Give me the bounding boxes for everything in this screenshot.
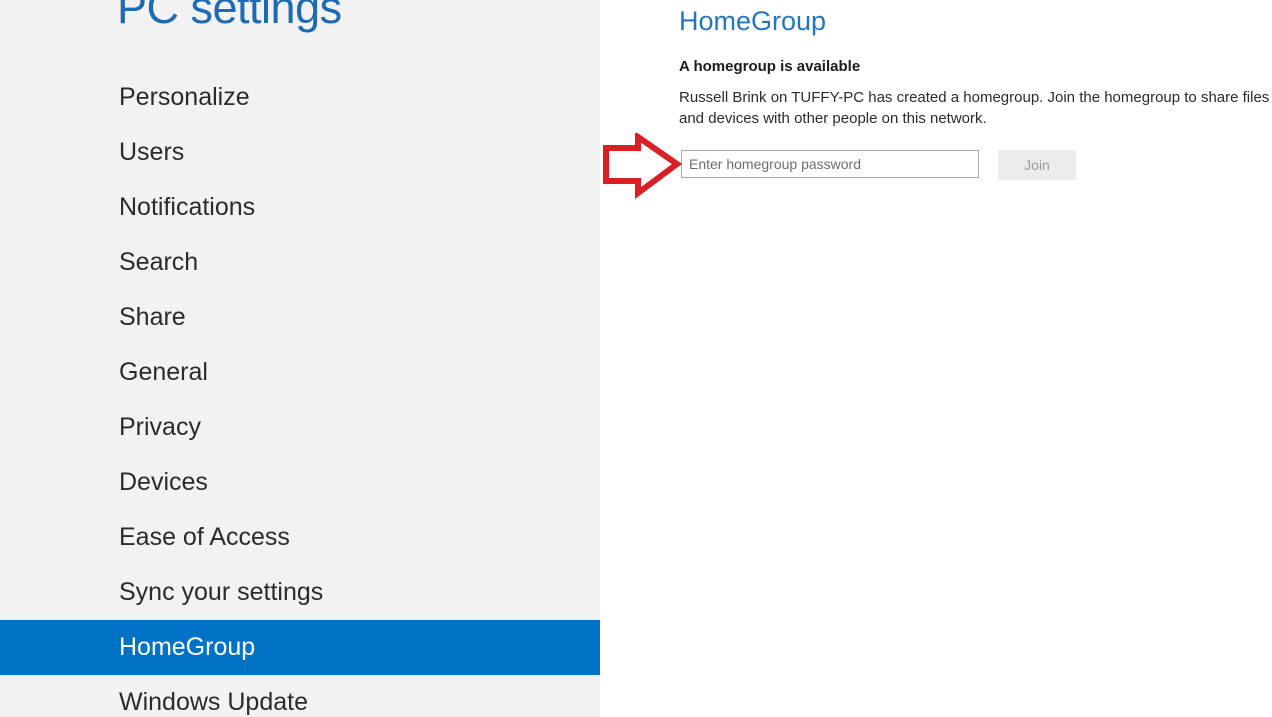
sidebar-item-homegroup[interactable]: HomeGroup (0, 620, 600, 675)
pc-settings-window: PC settings Personalize Users Notification… (0, 0, 1272, 717)
sidebar-item-notifications[interactable]: Notifications (0, 180, 600, 235)
sidebar-item-search[interactable]: Search (0, 235, 600, 290)
sidebar-item-label: Ease of Access (119, 523, 290, 551)
sidebar-item-label: Privacy (119, 413, 201, 441)
sidebar-nav-list: Personalize Users Notifications Search Share… (0, 70, 600, 717)
sidebar-item-ease-of-access[interactable]: Ease of Access (0, 510, 600, 565)
homegroup-join-row: Join (681, 150, 1076, 180)
sidebar-item-label: Windows Update (119, 688, 308, 716)
join-button[interactable]: Join (998, 150, 1076, 180)
sidebar-item-share[interactable]: Share (0, 290, 600, 345)
sidebar-item-label: General (119, 358, 208, 386)
content-description: Russell Brink on TUFFY-PC has created a … (679, 89, 1270, 127)
sidebar-item-label: Sync your settings (119, 578, 324, 606)
sidebar-item-label: Users (119, 138, 185, 166)
sidebar-item-general[interactable]: General (0, 345, 600, 400)
sidebar-item-label: Share (119, 303, 186, 331)
sidebar-item-label: HomeGroup (119, 633, 256, 661)
page-title: PC settings (117, 0, 342, 33)
content-subheading: A homegroup is available (679, 58, 861, 75)
sidebar-item-windows-update[interactable]: Windows Update (0, 675, 600, 717)
content-heading: HomeGroup (679, 6, 827, 36)
sidebar-item-users[interactable]: Users (0, 125, 600, 180)
sidebar-item-label: Personalize (119, 83, 250, 111)
homegroup-password-input[interactable] (681, 150, 979, 178)
sidebar-item-personalize[interactable]: Personalize (0, 70, 600, 125)
content-pane: HomeGroup A homegroup is available Russe… (600, 0, 1272, 717)
sidebar-item-devices[interactable]: Devices (0, 455, 600, 510)
sidebar-item-privacy[interactable]: Privacy (0, 400, 600, 455)
sidebar-item-label: Devices (119, 468, 208, 496)
sidebar: PC settings Personalize Users Notification… (0, 0, 600, 717)
sidebar-item-sync-your-settings[interactable]: Sync your settings (0, 565, 600, 620)
sidebar-item-label: Search (119, 248, 199, 276)
sidebar-item-label: Notifications (119, 193, 256, 221)
